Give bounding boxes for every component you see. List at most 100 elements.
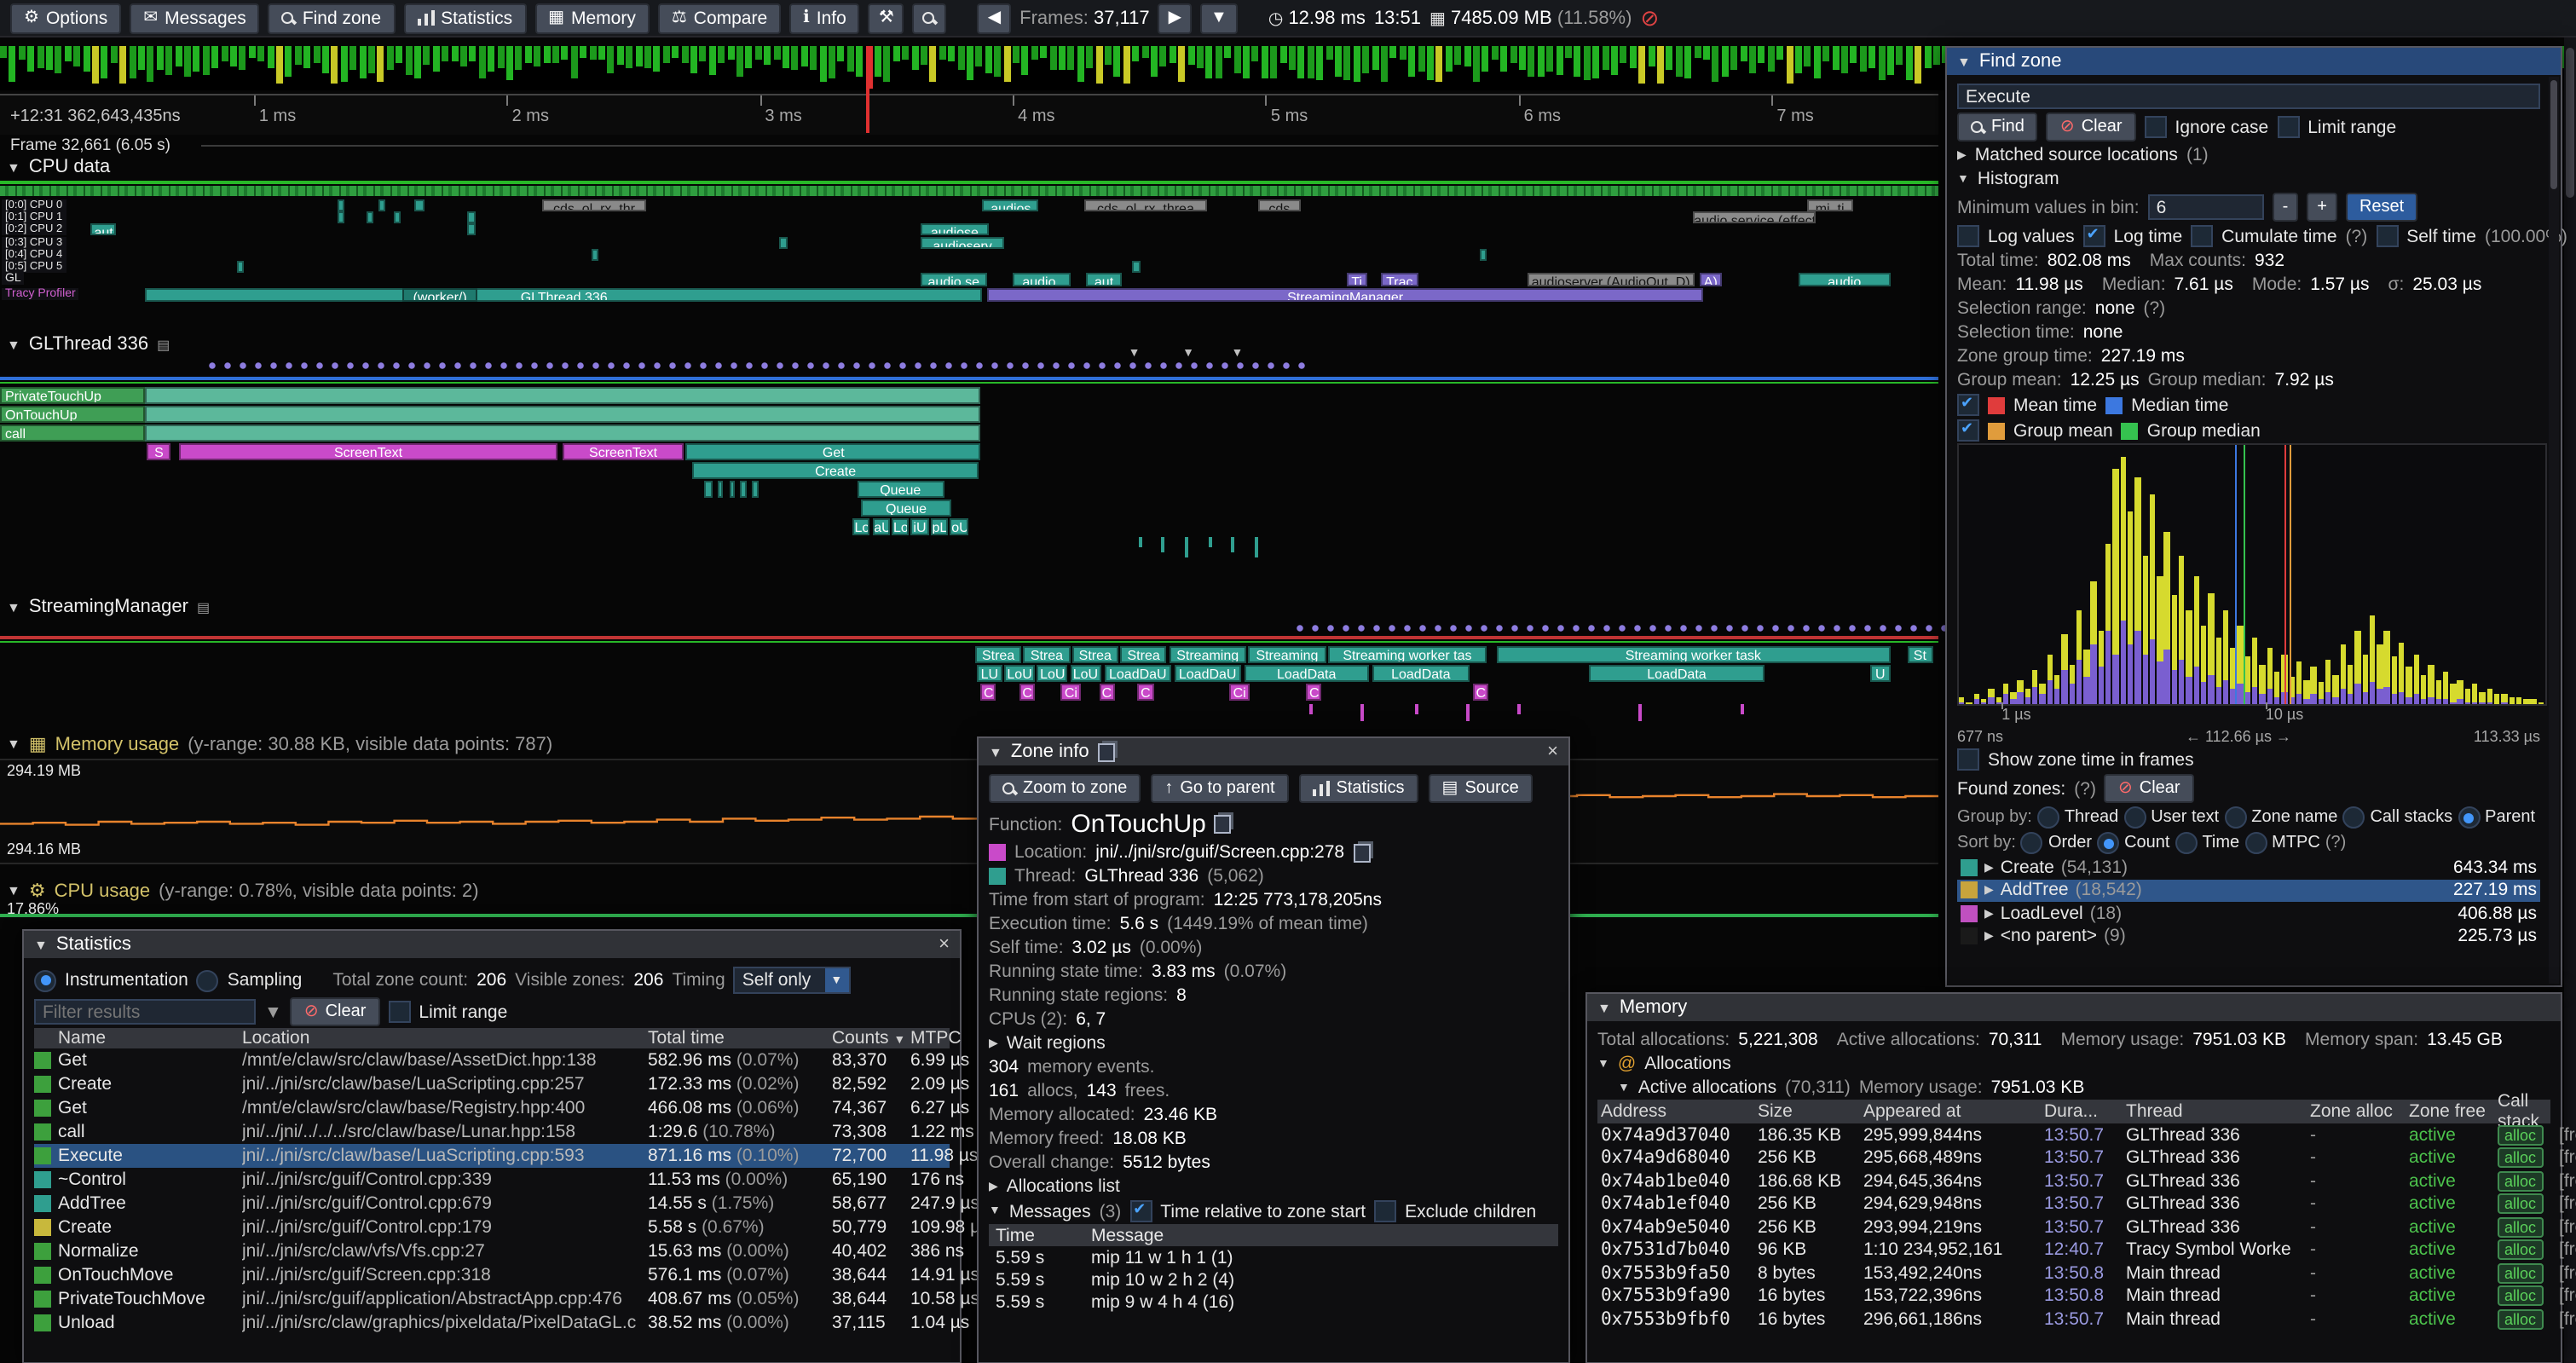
message-row[interactable]: 5.59 smip 11 w 1 h 1 (1) [989, 1246, 1558, 1268]
log-values-checkbox[interactable] [1957, 225, 1979, 247]
options-button[interactable]: ⚙Options [10, 3, 121, 33]
frame-bar[interactable] [939, 46, 946, 60]
increase-bin-button[interactable]: + [2307, 193, 2337, 222]
frame-bar[interactable] [1243, 46, 1250, 78]
frame-bar[interactable] [976, 46, 983, 66]
radio-call-stacks[interactable] [2342, 806, 2365, 829]
frame-bar[interactable] [562, 46, 569, 60]
frame-bar[interactable] [1003, 46, 1010, 82]
limit-range-checkbox[interactable] [2277, 116, 2299, 138]
radio-thread[interactable] [2037, 806, 2059, 829]
zone-segment[interactable]: A) [1700, 273, 1721, 286]
zone-segment[interactable]: Strea [1024, 646, 1071, 663]
frame-bar[interactable] [129, 46, 136, 78]
frame-bar[interactable] [1224, 46, 1231, 59]
zone-segment[interactable]: audiose [921, 224, 989, 236]
radio-parent[interactable] [2458, 806, 2480, 829]
frame-bar[interactable] [147, 46, 154, 82]
message-row[interactable]: 5.59 smip 10 w 2 h 2 (4) [989, 1268, 1558, 1291]
frame-bar[interactable] [1132, 46, 1139, 61]
zone-statistics-button[interactable]: Statistics [1299, 774, 1418, 803]
frame-bar[interactable] [552, 46, 559, 62]
zone-segment[interactable] [146, 424, 981, 442]
found-zone-group[interactable]: ▶AddTree(18,542)227.19 ms [1957, 879, 2540, 902]
frame-bar[interactable] [1400, 46, 1406, 60]
frame-bar[interactable] [810, 46, 817, 69]
zone-segment[interactable]: GLThread 336 [146, 288, 983, 302]
frame-bar[interactable] [1759, 46, 1765, 62]
ignore-case-checkbox[interactable] [2145, 116, 2167, 138]
find-zone-titlebar[interactable]: ▼ Find zone [1947, 48, 2561, 75]
zone-segment[interactable]: LoU [1070, 665, 1100, 682]
zone-segment[interactable]: ScreenText [178, 443, 558, 460]
frame-bar[interactable] [718, 46, 725, 63]
statistics-row[interactable]: Unloadjni/../jni/src/claw/graphics/pixel… [34, 1311, 950, 1335]
clear-found-button[interactable]: ⊘Clear [2105, 774, 2194, 803]
allocation-row[interactable]: 0x7553b9fa508 bytes153,492,240ns13:50.8M… [1597, 1262, 2550, 1285]
frame-bar[interactable] [930, 46, 937, 82]
close-icon[interactable]: × [939, 934, 950, 955]
alloc-callstack-button[interactable]: alloc [2498, 1217, 2559, 1238]
memory-table-header[interactable]: Address Size Appeared at Dura... Thread … [1597, 1100, 2550, 1123]
zone-segment[interactable]: Streaming [1248, 646, 1326, 663]
zone-segment[interactable]: LoadDaU [1175, 665, 1240, 682]
frame-bar[interactable] [1316, 46, 1323, 80]
frame-bar[interactable] [83, 46, 90, 72]
zone-segment[interactable]: C [1019, 684, 1035, 701]
radio-mtpc[interactable] [2244, 832, 2267, 854]
frame-bar[interactable] [506, 46, 513, 80]
zone-segment[interactable]: audio.service (effect) [1692, 211, 1816, 223]
frame-bar[interactable] [1713, 46, 1719, 81]
zone-source-button[interactable]: ▤Source [1429, 774, 1533, 803]
zone-segment[interactable]: StreamingManager [986, 288, 1703, 302]
clear-button[interactable]: ⊘Clear [2047, 113, 2136, 141]
frame-bar[interactable] [525, 46, 532, 64]
frame-bar[interactable] [543, 46, 550, 62]
messages-button[interactable]: ✉Messages [130, 3, 260, 33]
zone-segment[interactable]: audio.se [921, 273, 986, 286]
zone-segment[interactable]: LoadData [1590, 665, 1765, 682]
radio-user-text[interactable] [2123, 806, 2146, 829]
frame-bar[interactable] [700, 46, 707, 62]
frame-bar[interactable] [746, 46, 753, 69]
frame-bar[interactable] [1703, 46, 1710, 60]
zone-segment[interactable]: audios [983, 199, 1039, 211]
frame-bar[interactable] [9, 46, 16, 82]
disconnect-icon[interactable]: ⊘ [1640, 9, 1659, 26]
zone-segment[interactable]: pL [931, 518, 948, 535]
frame-bar[interactable] [1279, 46, 1286, 63]
frame-bar[interactable] [1141, 46, 1148, 58]
frame-bar[interactable] [884, 46, 891, 82]
frame-bar[interactable] [1611, 46, 1618, 74]
frame-bar[interactable] [838, 46, 845, 61]
allocation-row[interactable]: 0x74ab9e5040256 KB293,994,219ns13:50.7GL… [1597, 1216, 2550, 1239]
zone-segment[interactable] [1132, 261, 1140, 273]
frame-bar[interactable] [847, 46, 854, 72]
zone-segment[interactable] [752, 481, 758, 498]
frame-bar[interactable] [1408, 46, 1415, 76]
zone-segment[interactable]: U [1870, 665, 1890, 682]
frame-marker-icon[interactable]: ▼ [1129, 348, 1141, 360]
clear-filter-button[interactable]: ⊘Clear [291, 997, 380, 1026]
frame-bar[interactable] [1170, 46, 1176, 63]
frame-bar[interactable] [534, 46, 540, 66]
allocations-tree-row[interactable]: ▼@ Allocations [1597, 1052, 2550, 1076]
frame-bar[interactable] [1059, 46, 1066, 70]
alloc-callstack-button[interactable]: alloc [2498, 1240, 2559, 1261]
frame-bar[interactable] [1620, 46, 1627, 62]
frame-bar[interactable] [1308, 46, 1314, 78]
time-relative-checkbox[interactable] [1129, 1200, 1152, 1222]
find-zone-scrollbar[interactable] [2549, 77, 2559, 984]
time-ruler[interactable]: +12:31 362,643,435ns 1 ms2 ms3 ms4 ms5 m… [0, 94, 1938, 135]
frame-bar[interactable] [1822, 46, 1829, 62]
zone-segment[interactable]: audioserv [921, 236, 1004, 248]
frame-bar[interactable] [819, 46, 826, 82]
frame-bar[interactable] [1298, 46, 1305, 78]
alloc-tag[interactable]: alloc [2498, 1148, 2543, 1169]
reset-button[interactable]: Reset [2346, 193, 2417, 222]
frame-bar[interactable] [184, 46, 191, 78]
zone-segment[interactable]: LoadData [1372, 665, 1470, 682]
frame-bar[interactable] [1786, 46, 1793, 83]
frame-bar[interactable] [893, 46, 900, 61]
alloc-callstack-button[interactable]: alloc [2498, 1171, 2559, 1192]
